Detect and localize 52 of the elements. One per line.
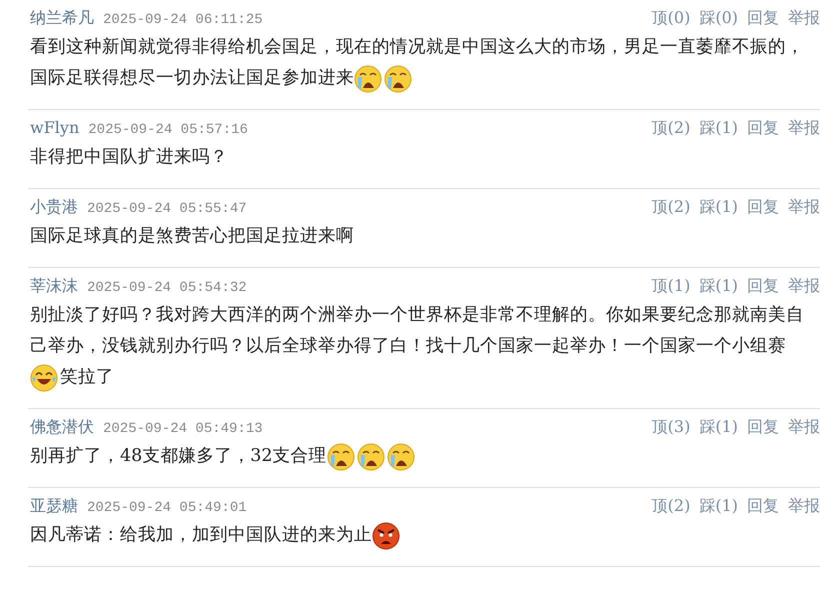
username[interactable]: wFlyn xyxy=(30,114,80,142)
action-link[interactable]: 回复 xyxy=(747,4,779,32)
action-link[interactable]: 踩(0) xyxy=(699,4,738,32)
action-link[interactable]: 顶(2) xyxy=(652,492,690,520)
laughing-face-icon xyxy=(30,364,58,392)
comment-text: 国际足联得想尽一切办法让国足参加进来 xyxy=(30,67,354,90)
action-link[interactable]: 举报 xyxy=(788,413,820,441)
action-link[interactable]: 举报 xyxy=(788,272,820,300)
timestamp: 2025-09-24 05:49:13 xyxy=(103,420,263,439)
username[interactable]: 佛惫潜伏 xyxy=(30,413,94,441)
crying-face-icon xyxy=(384,64,412,92)
comment-text: 己举办，没钱就别办行吗？以后全球举办得了白！找十几个国家一起举办！一个国家一个小组赛 xyxy=(30,335,786,358)
action-link[interactable]: 回复 xyxy=(747,413,779,441)
comment-text: 看到这种新闻就觉得非得给机会国足，现在的情况就是中国这么大的市场，男足一直萎靡不振的， xyxy=(30,36,804,59)
action-link[interactable]: 举报 xyxy=(788,193,820,221)
username[interactable]: 亚瑟糖 xyxy=(30,492,78,520)
crying-face-icon xyxy=(356,442,385,470)
action-link[interactable]: 回复 xyxy=(747,114,779,142)
action-link[interactable]: 回复 xyxy=(747,193,779,221)
timestamp: 2025-09-24 05:54:32 xyxy=(87,279,247,298)
action-link[interactable]: 顶(2) xyxy=(652,193,690,221)
username[interactable]: 小贵港 xyxy=(30,193,78,221)
action-link[interactable]: 顶(3) xyxy=(652,413,690,441)
timestamp: 2025-09-24 05:57:16 xyxy=(88,121,248,140)
crying-face-icon xyxy=(386,442,415,470)
action-link[interactable]: 回复 xyxy=(747,272,779,300)
action-link[interactable]: 举报 xyxy=(788,114,820,142)
action-link[interactable]: 踩(1) xyxy=(699,114,738,142)
timestamp: 2025-09-24 05:55:47 xyxy=(87,200,247,219)
crying-face-icon xyxy=(354,64,382,92)
comment-text: 因凡蒂诺：给我加，加到中国队进的来为止 xyxy=(30,524,372,547)
timestamp: 2025-09-24 06:11:25 xyxy=(103,11,263,30)
comment-text: 非得把中国队扩进来吗？ xyxy=(30,146,228,169)
crying-face-icon xyxy=(326,442,355,470)
action-link[interactable]: 踩(1) xyxy=(699,492,738,520)
comment-text: 国际足球真的是煞费苦心把国足拉进来啊 xyxy=(30,225,354,248)
comment-text: 别扯淡了好吗？我对跨大西洋的两个洲举办一个世界杯是非常不理解的。你如果要纪念那就南美自 xyxy=(30,304,804,327)
action-link[interactable]: 踩(1) xyxy=(699,272,738,300)
action-link[interactable]: 顶(0) xyxy=(652,4,690,32)
timestamp: 2025-09-24 05:49:01 xyxy=(87,499,247,518)
username[interactable]: 莘沫沫 xyxy=(30,272,78,300)
action-link[interactable]: 回复 xyxy=(747,492,779,520)
comment-text: 别再扩了，48支都嫌多了，32支合理 xyxy=(30,445,327,468)
username[interactable]: 纳兰希凡 xyxy=(30,4,94,32)
action-link[interactable]: 踩(1) xyxy=(699,193,738,221)
action-link[interactable]: 顶(1) xyxy=(652,272,690,300)
comment-text: 笑拉了 xyxy=(60,366,114,389)
action-link[interactable]: 踩(1) xyxy=(699,413,738,441)
angry-face-icon xyxy=(372,522,400,550)
action-link[interactable]: 举报 xyxy=(788,492,820,520)
action-link[interactable]: 顶(2) xyxy=(652,114,690,142)
action-link[interactable]: 举报 xyxy=(788,4,820,32)
